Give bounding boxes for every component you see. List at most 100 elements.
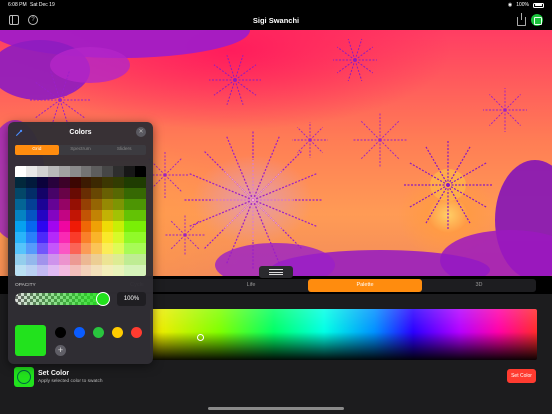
grid-color-cell[interactable]	[91, 232, 103, 243]
swatch-black[interactable]	[55, 327, 66, 338]
tab-spectrum[interactable]: Spectrum	[59, 145, 103, 155]
grid-color-cell[interactable]	[80, 243, 92, 254]
grid-color-cell[interactable]	[36, 210, 48, 221]
grid-color-cell[interactable]	[69, 265, 81, 276]
grid-color-cell[interactable]	[47, 188, 59, 199]
grid-color-cell[interactable]	[113, 243, 125, 254]
close-icon[interactable]: ✕	[136, 127, 146, 137]
grid-color-cell[interactable]	[113, 177, 125, 188]
grid-color-cell[interactable]	[80, 188, 92, 199]
set-color-button[interactable]: Set Color	[507, 369, 536, 383]
grid-color-cell[interactable]	[69, 243, 81, 254]
grid-color-cell[interactable]	[47, 243, 59, 254]
grid-color-cell[interactable]	[36, 166, 48, 177]
grid-color-cell[interactable]	[15, 210, 26, 221]
grid-color-cell[interactable]	[58, 243, 70, 254]
grid-color-cell[interactable]	[102, 243, 114, 254]
grid-color-cell[interactable]	[58, 166, 70, 177]
grid-color-cell[interactable]	[124, 221, 136, 232]
grid-color-cell[interactable]	[80, 177, 92, 188]
color-grid[interactable]	[15, 166, 146, 276]
opacity-value[interactable]: 100%	[117, 292, 146, 306]
grid-color-cell[interactable]	[102, 177, 114, 188]
grid-color-cell[interactable]	[15, 166, 26, 177]
grid-color-cell[interactable]	[135, 232, 146, 243]
grid-color-cell[interactable]	[47, 254, 59, 265]
grid-color-cell[interactable]	[36, 188, 48, 199]
grid-color-cell[interactable]	[69, 188, 81, 199]
grid-color-cell[interactable]	[25, 199, 37, 210]
grid-color-cell[interactable]	[36, 254, 48, 265]
grid-color-cell[interactable]	[80, 254, 92, 265]
grid-color-cell[interactable]	[113, 232, 125, 243]
grid-color-cell[interactable]	[91, 221, 103, 232]
grid-color-cell[interactable]	[47, 199, 59, 210]
grid-color-cell[interactable]	[91, 166, 103, 177]
opacity-slider-thumb[interactable]	[96, 292, 110, 306]
grid-color-cell[interactable]	[47, 232, 59, 243]
grid-color-cell[interactable]	[36, 232, 48, 243]
grid-color-cell[interactable]	[135, 188, 146, 199]
grid-color-cell[interactable]	[47, 265, 59, 276]
grid-color-cell[interactable]	[124, 166, 136, 177]
grid-color-cell[interactable]	[25, 166, 37, 177]
grid-color-cell[interactable]	[113, 166, 125, 177]
grid-color-cell[interactable]	[15, 243, 26, 254]
grid-color-cell[interactable]	[15, 188, 26, 199]
grid-color-cell[interactable]	[102, 254, 114, 265]
grid-color-cell[interactable]	[15, 254, 26, 265]
grid-color-cell[interactable]	[69, 221, 81, 232]
grid-color-cell[interactable]	[135, 166, 146, 177]
grid-color-cell[interactable]	[102, 221, 114, 232]
grid-color-cell[interactable]	[69, 232, 81, 243]
grid-color-cell[interactable]	[124, 254, 136, 265]
grid-color-cell[interactable]	[135, 243, 146, 254]
grid-color-cell[interactable]	[135, 199, 146, 210]
grid-color-cell[interactable]	[124, 188, 136, 199]
tab-palette[interactable]: Palette	[308, 279, 422, 292]
grid-color-cell[interactable]	[47, 166, 59, 177]
grid-color-cell[interactable]	[25, 265, 37, 276]
grid-color-cell[interactable]	[135, 210, 146, 221]
grid-color-cell[interactable]	[80, 221, 92, 232]
grid-color-cell[interactable]	[25, 177, 37, 188]
grid-color-cell[interactable]	[25, 232, 37, 243]
grid-color-cell[interactable]	[113, 210, 125, 221]
grid-color-cell[interactable]	[113, 221, 125, 232]
grid-color-cell[interactable]	[25, 188, 37, 199]
tab-sliders[interactable]: Sliders	[102, 145, 146, 155]
grid-color-cell[interactable]	[58, 232, 70, 243]
grid-color-cell[interactable]	[36, 221, 48, 232]
swatch-yellow[interactable]	[112, 327, 123, 338]
grid-color-cell[interactable]	[58, 221, 70, 232]
tab-3d[interactable]: 3D	[422, 279, 536, 292]
grid-color-cell[interactable]	[69, 199, 81, 210]
grid-color-cell[interactable]	[91, 199, 103, 210]
grid-color-cell[interactable]	[69, 177, 81, 188]
grid-color-cell[interactable]	[80, 199, 92, 210]
grid-color-cell[interactable]	[36, 265, 48, 276]
grid-color-cell[interactable]	[69, 210, 81, 221]
grid-color-cell[interactable]	[80, 166, 92, 177]
grid-color-cell[interactable]	[25, 254, 37, 265]
grid-color-cell[interactable]	[58, 177, 70, 188]
grid-color-cell[interactable]	[58, 265, 70, 276]
grid-color-cell[interactable]	[102, 232, 114, 243]
grid-color-cell[interactable]	[91, 177, 103, 188]
grid-color-cell[interactable]	[135, 254, 146, 265]
grid-color-cell[interactable]	[36, 243, 48, 254]
tab-grid[interactable]: Grid	[15, 145, 59, 155]
grid-color-cell[interactable]	[80, 265, 92, 276]
palette-spectrum[interactable]	[150, 309, 537, 360]
selected-swatch[interactable]	[14, 367, 34, 387]
grid-color-cell[interactable]	[124, 265, 136, 276]
grid-color-cell[interactable]	[69, 254, 81, 265]
grid-color-cell[interactable]	[80, 210, 92, 221]
grid-color-cell[interactable]	[91, 210, 103, 221]
grid-color-cell[interactable]	[15, 199, 26, 210]
share-icon[interactable]	[517, 13, 526, 26]
menu-handle-icon[interactable]	[259, 266, 293, 278]
grid-color-cell[interactable]	[124, 232, 136, 243]
grid-color-cell[interactable]	[124, 177, 136, 188]
grid-color-cell[interactable]	[124, 243, 136, 254]
